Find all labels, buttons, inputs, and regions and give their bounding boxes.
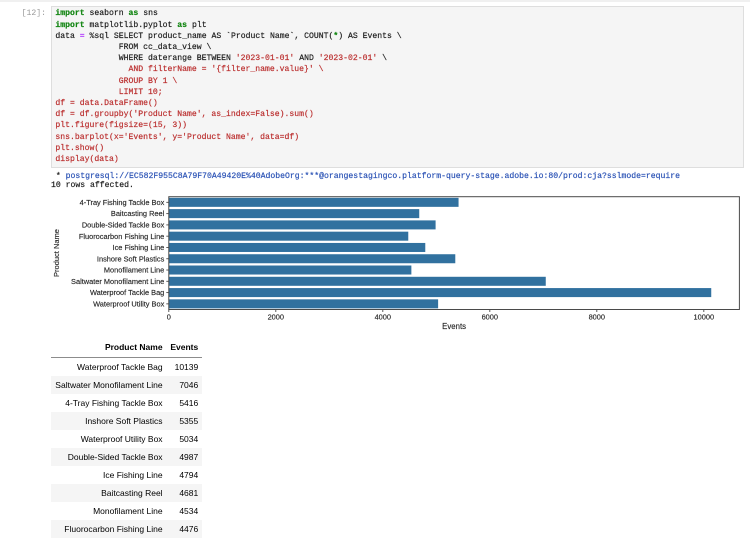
svg-text:Baitcasting Reel: Baitcasting Reel [111,209,165,218]
svg-text:Inshore Soft Plastics: Inshore Soft Plastics [97,254,165,263]
svg-text:Waterproof Tackle Bag: Waterproof Tackle Bag [90,288,164,297]
svg-text:Double-Sided Tackle Box: Double-Sided Tackle Box [82,221,165,230]
svg-text:Waterproof Utility Box: Waterproof Utility Box [93,299,164,308]
svg-text:10000: 10000 [694,313,715,322]
svg-text:Fluorocarbon Fishing Line: Fluorocarbon Fishing Line [79,232,164,241]
svg-text:Ice Fishing Line: Ice Fishing Line [113,243,165,252]
svg-text:Events: Events [442,322,466,331]
svg-text:8000: 8000 [589,313,605,322]
svg-text:4-Tray Fishing Tackle Box: 4-Tray Fishing Tackle Box [80,198,165,207]
svg-text:0: 0 [167,313,171,322]
svg-text:Product Name: Product Name [52,229,61,277]
svg-text:4000: 4000 [375,313,391,322]
svg-text:6000: 6000 [482,313,498,322]
svg-text:Saltwater Monofilament Line: Saltwater Monofilament Line [71,277,164,286]
svg-text:2000: 2000 [268,313,284,322]
svg-text:Monofilament Line: Monofilament Line [104,266,164,275]
